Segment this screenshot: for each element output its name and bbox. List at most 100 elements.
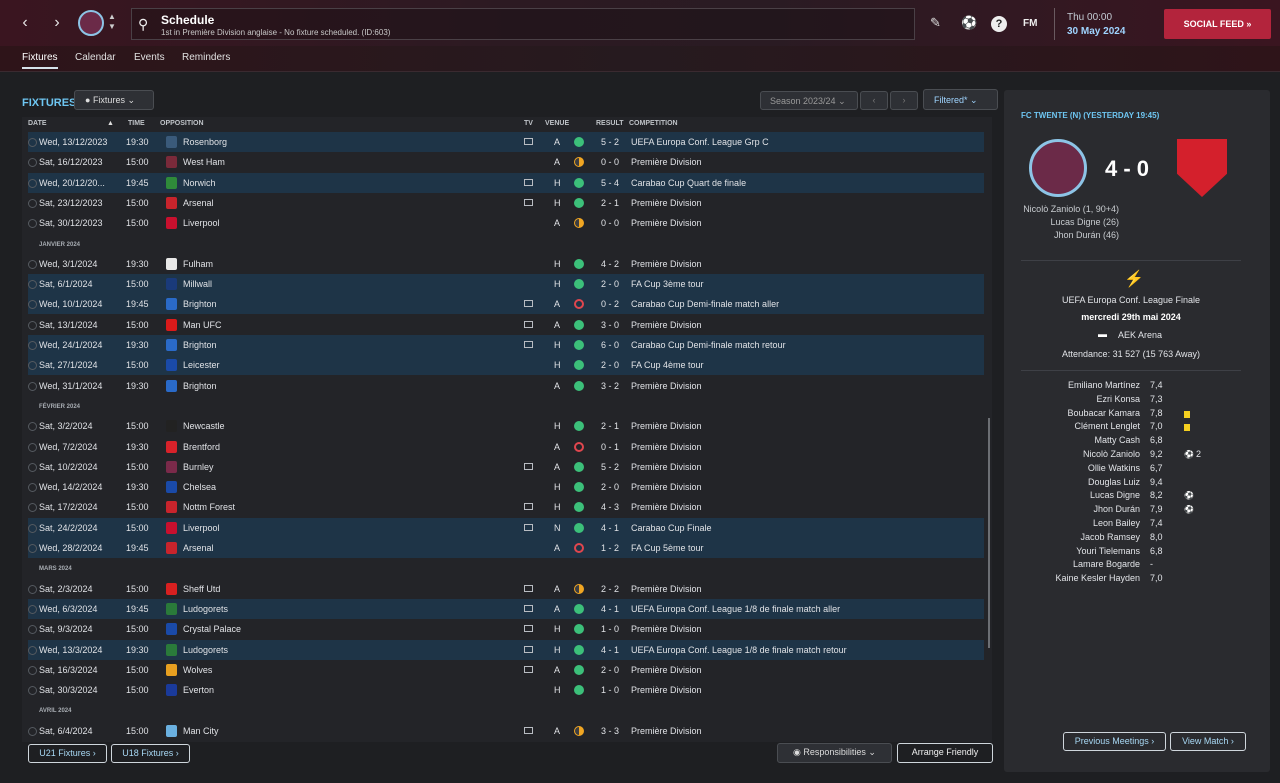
opposition-name[interactable]: Crystal Palace	[183, 624, 241, 634]
u21-fixtures-button[interactable]: U21 Fixtures ›	[28, 744, 107, 763]
player-name[interactable]: Lamare Bogarde	[1050, 559, 1140, 569]
opposition-name[interactable]: Norwich	[183, 178, 216, 188]
player-name[interactable]: Matty Cash	[1050, 435, 1140, 445]
opposition-name[interactable]: Sheff Utd	[183, 584, 220, 594]
competition-name[interactable]: Première Division	[631, 381, 702, 391]
ball-icon[interactable]: ⚽	[961, 15, 977, 31]
result-score[interactable]: 2 - 1	[601, 421, 619, 431]
fixture-row[interactable]: Wed, 28/2/2024 19:45 Arsenal A 1 - 2 FA Cup 5…	[28, 538, 984, 558]
opposition-name[interactable]: Brighton	[183, 299, 217, 309]
result-score[interactable]: 2 - 0	[601, 482, 619, 492]
fm-menu-button[interactable]: FM	[1023, 18, 1037, 29]
opposition-name[interactable]: Chelsea	[183, 482, 216, 492]
select-checkbox[interactable]	[28, 503, 37, 513]
competition-name[interactable]: Première Division	[631, 665, 702, 675]
competition-name[interactable]: Première Division	[631, 157, 702, 167]
forward-button[interactable]: ›	[46, 10, 68, 36]
opposition-name[interactable]: Man UFC	[183, 320, 222, 330]
player-name[interactable]: Nicolò Zaniolo	[1050, 449, 1140, 459]
result-score[interactable]: 4 - 1	[601, 645, 619, 655]
select-checkbox[interactable]	[28, 604, 37, 614]
player-name[interactable]: Ezri Konsa	[1050, 394, 1140, 404]
select-checkbox[interactable]	[28, 300, 37, 310]
result-score[interactable]: 0 - 2	[601, 299, 619, 309]
select-checkbox[interactable]	[28, 665, 37, 675]
result-score[interactable]: 2 - 0	[601, 360, 619, 370]
fixture-row[interactable]: Wed, 14/2/2024 19:30 Chelsea H 2 - 0 Première…	[28, 477, 984, 497]
competition-name[interactable]: Carabao Cup Demi-finale match aller	[631, 299, 779, 309]
fixture-row[interactable]: Sat, 27/1/2024 15:00 Leicester H 2 - 0 FA Cup…	[28, 355, 984, 376]
fixture-row[interactable]: Wed, 6/3/2024 19:45 Ludogorets A 4 - 1 UEFA E…	[28, 598, 984, 619]
fixture-row[interactable]: Sat, 30/3/2024 15:00 Everton H 1 - 0 Première…	[28, 680, 984, 700]
fixture-row[interactable]: Wed, 10/1/2024 19:45 Brighton A 0 - 2 Carabao…	[28, 294, 984, 315]
competition-name[interactable]: FA Cup 4ème tour	[631, 360, 704, 370]
fixture-row[interactable]: Sat, 24/2/2024 15:00 Liverpool N 4 - 1 Caraba…	[28, 517, 984, 538]
competition-name[interactable]: Première Division	[631, 421, 702, 431]
result-score[interactable]: 2 - 2	[601, 584, 619, 594]
fixture-row[interactable]: Wed, 31/1/2024 19:30 Brighton A 3 - 2 Premièr…	[28, 376, 984, 396]
select-checkbox[interactable]	[28, 138, 37, 147]
select-checkbox[interactable]	[28, 320, 37, 330]
col-date[interactable]: DATE	[28, 120, 47, 127]
result-score[interactable]: 3 - 2	[601, 381, 619, 391]
opposition-name[interactable]: Everton	[183, 685, 214, 695]
result-score[interactable]: 5 - 4	[601, 178, 619, 188]
fixture-row[interactable]: Sat, 30/12/2023 15:00 Liverpool A 0 - 0 Premi…	[28, 213, 984, 233]
back-button[interactable]: ‹	[14, 10, 36, 36]
fixtures-view-dropdown[interactable]: ● Fixtures ⌄	[74, 90, 154, 110]
col-tv[interactable]: TV	[524, 120, 533, 127]
opposition-name[interactable]: Leicester	[183, 360, 220, 370]
fixture-row[interactable]: Sat, 2/3/2024 15:00 Sheff Utd A 2 - 2 Premièr…	[28, 579, 984, 599]
fixture-row[interactable]: Sat, 13/1/2024 15:00 Man UFC A 3 - 0 Première…	[28, 315, 984, 335]
competition-name[interactable]: UEFA Europa Conf. League 1/8 de finale m…	[631, 604, 840, 614]
opposition-name[interactable]: Wolves	[183, 665, 212, 675]
fixture-row[interactable]: Wed, 13/3/2024 19:30 Ludogorets H 4 - 1 UEFA …	[28, 639, 984, 660]
col-opposition[interactable]: OPPOSITION	[160, 120, 204, 127]
prev-season-button[interactable]: ‹	[860, 91, 888, 110]
result-score[interactable]: 2 - 0	[601, 279, 619, 289]
competition-name[interactable]: Première Division	[631, 584, 702, 594]
fixture-row[interactable]: Wed, 20/12/20... 19:45 Norwich H 5 - 4 Caraba…	[28, 172, 984, 193]
filter-dropdown[interactable]: Filtered* ⌄	[923, 89, 998, 110]
result-score[interactable]: 1 - 0	[601, 685, 619, 695]
social-feed-button[interactable]: SOCIAL FEED »	[1164, 9, 1271, 39]
result-score[interactable]: 6 - 0	[601, 340, 619, 350]
result-score[interactable]: 4 - 1	[601, 523, 619, 533]
select-checkbox[interactable]	[28, 584, 37, 594]
result-score[interactable]: 3 - 3	[601, 726, 619, 736]
date-display[interactable]: Thu 00:00 30 May 2024	[1054, 8, 1150, 40]
fixture-row[interactable]: Sat, 10/2/2024 15:00 Burnley A 5 - 2 Première…	[28, 457, 984, 477]
select-checkbox[interactable]	[28, 361, 37, 371]
competition-name[interactable]: Première Division	[631, 502, 702, 512]
tab-events[interactable]: Events	[134, 52, 165, 63]
opposition-name[interactable]: Man City	[183, 726, 219, 736]
competition-name[interactable]: Première Division	[631, 442, 702, 452]
result-score[interactable]: 4 - 1	[601, 604, 619, 614]
result-score[interactable]: 5 - 2	[601, 137, 619, 147]
competition-name[interactable]: Carabao Cup Quart de finale	[631, 178, 746, 188]
player-name[interactable]: Jhon Durán	[1050, 504, 1140, 514]
competition-name[interactable]: Première Division	[631, 198, 702, 208]
fixture-row[interactable]: Sat, 6/1/2024 15:00 Millwall H 2 - 0 FA Cup 3…	[28, 274, 984, 295]
fixture-row[interactable]: Wed, 3/1/2024 19:30 Fulham H 4 - 2 Première D…	[28, 254, 984, 274]
select-checkbox[interactable]	[28, 280, 37, 290]
responsibilities-button[interactable]: ◉ Responsibilities ⌄	[777, 743, 892, 763]
competition-name[interactable]: Première Division	[631, 726, 702, 736]
select-checkbox[interactable]	[28, 645, 37, 655]
competition-name[interactable]: Première Division	[631, 624, 702, 634]
breadcrumb-bar[interactable]: ⚲ Schedule 1st in Première Division angl…	[131, 8, 915, 40]
result-score[interactable]: 1 - 0	[601, 624, 619, 634]
match-title[interactable]: FC TWENTE (N) (YESTERDAY 19:45)	[1021, 111, 1159, 120]
fixture-row[interactable]: Sat, 6/4/2024 15:00 Man City A 3 - 3 Première…	[28, 721, 984, 741]
fixture-row[interactable]: Wed, 13/12/2023 19:30 Rosenborg A 5 - 2 UEFA …	[28, 132, 984, 152]
col-time[interactable]: TIME	[128, 120, 145, 127]
player-name[interactable]: Jacob Ramsey	[1050, 532, 1140, 542]
next-season-button[interactable]: ›	[890, 91, 918, 110]
select-checkbox[interactable]	[28, 523, 37, 533]
club-crest-icon[interactable]	[78, 10, 104, 36]
u18-fixtures-button[interactable]: U18 Fixtures ›	[111, 744, 190, 763]
opposition-name[interactable]: Fulham	[183, 259, 213, 269]
result-score[interactable]: 0 - 0	[601, 157, 619, 167]
competition-name[interactable]: Carabao Cup Finale	[631, 523, 712, 533]
select-checkbox[interactable]	[28, 462, 37, 472]
